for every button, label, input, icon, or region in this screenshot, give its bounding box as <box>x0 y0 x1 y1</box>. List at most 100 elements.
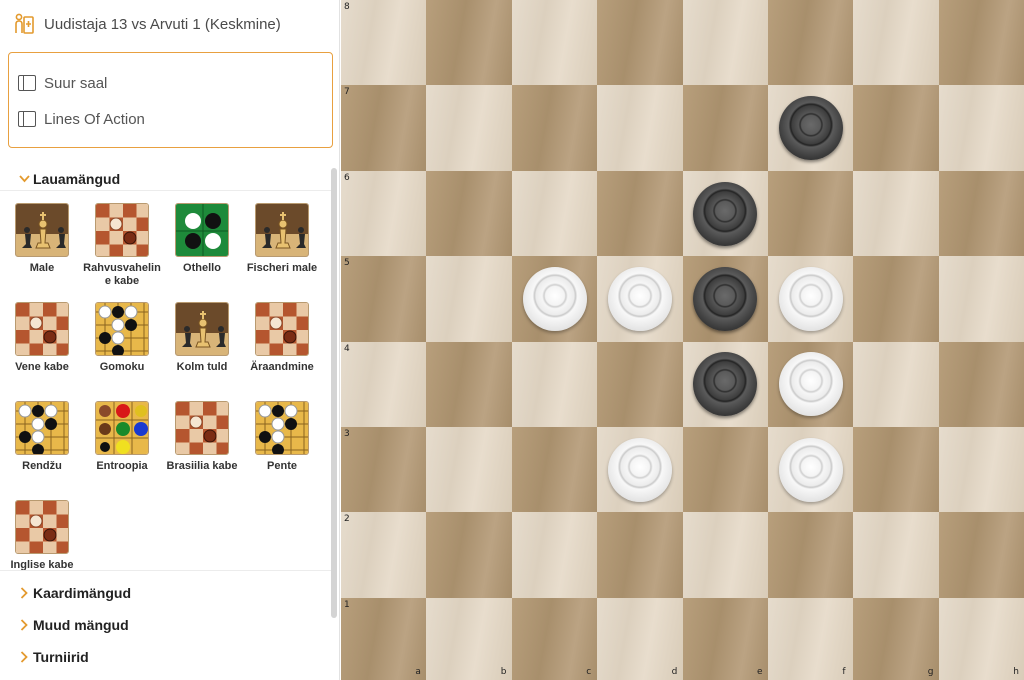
square-b7[interactable] <box>426 85 513 172</box>
game-tile[interactable]: Äraandmine <box>242 302 322 401</box>
square-c2[interactable] <box>511 512 598 599</box>
square-c7[interactable] <box>511 85 598 172</box>
square-d4[interactable] <box>597 341 684 428</box>
rank-label: 5 <box>344 258 350 269</box>
section-other-games[interactable]: Muud mängud <box>0 609 332 641</box>
square-f6[interactable] <box>768 170 854 257</box>
square-h1[interactable] <box>938 597 1024 680</box>
square-a4[interactable] <box>341 341 427 428</box>
square-a8[interactable] <box>341 0 427 86</box>
square-c8[interactable] <box>511 0 598 86</box>
square-d1[interactable] <box>597 597 684 680</box>
square-g8[interactable] <box>853 0 940 86</box>
game-tile[interactable]: Rahvusvaheline kabe <box>82 203 162 302</box>
checkers-icon <box>15 302 69 356</box>
square-e7[interactable] <box>682 85 769 172</box>
square-h6[interactable] <box>938 170 1024 257</box>
white-piece[interactable] <box>607 266 672 331</box>
room-item-suur-saal[interactable]: Suur saal <box>9 65 332 101</box>
game-tile[interactable]: Rendžu <box>2 401 82 500</box>
square-b3[interactable] <box>426 427 513 513</box>
square-h7[interactable] <box>938 85 1024 172</box>
black-piece[interactable] <box>693 181 758 246</box>
square-h4[interactable] <box>938 341 1024 428</box>
room-label: Suur saal <box>44 74 108 92</box>
square-c3[interactable] <box>511 427 598 513</box>
square-h8[interactable] <box>938 0 1024 86</box>
game-tile[interactable]: Fischeri male <box>242 203 322 302</box>
square-a3[interactable] <box>341 427 427 513</box>
square-g7[interactable] <box>853 85 940 172</box>
square-c1[interactable] <box>511 597 598 680</box>
white-piece[interactable] <box>778 266 843 331</box>
square-f2[interactable] <box>768 512 854 599</box>
game-label: Vene kabe <box>15 361 69 373</box>
white-piece[interactable] <box>522 266 587 331</box>
room-item-lines-of-action[interactable]: Lines Of Action <box>9 101 332 137</box>
square-c6[interactable] <box>511 170 598 257</box>
file-label: c <box>586 667 592 678</box>
square-b5[interactable] <box>426 256 513 343</box>
square-h5[interactable] <box>938 256 1024 343</box>
section-tournaments[interactable]: Turniirid <box>0 641 332 673</box>
square-a7[interactable] <box>341 85 427 172</box>
section-board-games[interactable]: Lauamängud <box>0 167 332 191</box>
game-label: Male <box>29 262 55 274</box>
sidebar-panel-icon <box>18 75 36 91</box>
game-tile[interactable]: Gomoku <box>82 302 162 401</box>
section-card-games[interactable]: Kaardimängud <box>0 577 332 609</box>
white-piece[interactable] <box>778 437 843 502</box>
square-d6[interactable] <box>597 170 684 257</box>
game-board[interactable]: 8 7 6 5 4 3 2 1 a b c d e f g h <box>341 0 1024 680</box>
game-tile[interactable]: Kolm tuld <box>162 302 242 401</box>
square-b2[interactable] <box>426 512 513 599</box>
black-piece[interactable] <box>693 266 758 331</box>
square-a1[interactable] <box>341 597 427 680</box>
square-b4[interactable] <box>426 341 513 428</box>
file-label: g <box>927 667 934 678</box>
game-label: Rendžu <box>22 460 62 472</box>
square-g6[interactable] <box>853 170 940 257</box>
square-c4[interactable] <box>511 341 598 428</box>
square-d2[interactable] <box>597 512 684 599</box>
square-a6[interactable] <box>341 170 427 257</box>
square-g3[interactable] <box>853 427 940 513</box>
file-label: d <box>671 667 678 678</box>
square-h2[interactable] <box>938 512 1024 599</box>
white-piece[interactable] <box>778 352 843 417</box>
square-d7[interactable] <box>597 85 684 172</box>
game-tile[interactable]: Brasiilia kabe <box>162 401 242 500</box>
square-h3[interactable] <box>938 427 1024 513</box>
square-f8[interactable] <box>768 0 854 86</box>
square-b6[interactable] <box>426 170 513 257</box>
game-tile[interactable]: Pente <box>242 401 322 500</box>
square-e3[interactable] <box>682 427 769 513</box>
square-a2[interactable] <box>341 512 427 599</box>
square-g5[interactable] <box>853 256 940 343</box>
square-e1[interactable] <box>682 597 769 680</box>
file-label: a <box>415 667 421 678</box>
square-g4[interactable] <box>853 341 940 428</box>
square-f1[interactable] <box>768 597 854 680</box>
square-g1[interactable] <box>853 597 940 680</box>
game-tile[interactable]: Vene kabe <box>2 302 82 401</box>
chess-icon <box>255 203 309 257</box>
game-tile[interactable]: Male <box>2 203 82 302</box>
rank-label: 3 <box>344 429 350 439</box>
square-b1[interactable] <box>426 597 513 680</box>
gomoku-icon <box>255 401 309 455</box>
square-a5[interactable] <box>341 256 427 343</box>
rank-label: 8 <box>344 2 350 12</box>
square-b8[interactable] <box>426 0 513 86</box>
square-e8[interactable] <box>682 0 769 86</box>
game-tile[interactable]: Othello <box>162 203 242 302</box>
square-g2[interactable] <box>853 512 940 599</box>
sidebar-scrollbar[interactable] <box>331 168 337 618</box>
square-e2[interactable] <box>682 512 769 599</box>
square-d8[interactable] <box>597 0 684 86</box>
rank-label: 7 <box>344 87 350 98</box>
white-piece[interactable] <box>607 437 672 502</box>
game-tile[interactable]: Entroopia <box>82 401 162 500</box>
file-label: b <box>500 667 507 678</box>
black-piece[interactable] <box>778 96 843 161</box>
